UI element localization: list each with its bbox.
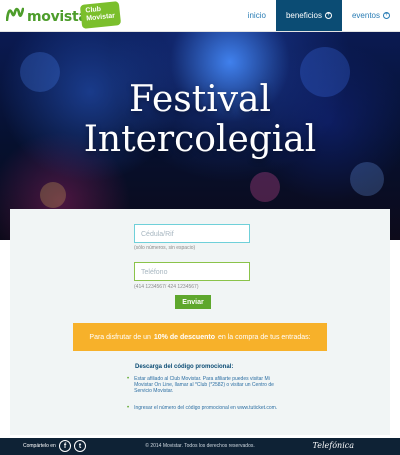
nav-item-label: beneficios (285, 11, 322, 20)
promo-discount-highlight: 10% de descuento (153, 333, 215, 341)
hero-title-line2: Intercolegial (83, 119, 317, 160)
hero-title-line1: Festival (128, 79, 272, 120)
nav-item-beneficios[interactable]: beneficios + (275, 0, 342, 31)
step-item: • Ingresar el número del código promocio… (127, 405, 287, 411)
promo-form-panel: Cédula/Rif (sólo números, sin espacio) T… (10, 209, 390, 435)
hero-bokeh-light (40, 182, 66, 208)
step-text: Ingresar el número del código promociona… (134, 405, 278, 411)
promo-text-before: Para disfrutar de un (89, 333, 151, 341)
club-movistar-badge[interactable]: Club Movistar (79, 1, 122, 29)
nav-item-label: eventos (351, 11, 380, 20)
telefonica-logo[interactable]: Telefónica (313, 441, 354, 450)
hero-bokeh-light (250, 172, 280, 202)
nav-item-label: inicio (247, 11, 266, 20)
telefono-hint: (414 1234567/ 424 1234567) (134, 284, 199, 290)
promo-text-after: en la compra de tus entradas: (217, 333, 311, 341)
bullet-icon: • (127, 405, 130, 411)
site-footer: Compártelo en f t © 2014 Movistar. Todos… (0, 438, 400, 455)
nav-item-inicio[interactable]: inicio (238, 0, 276, 31)
hero-title: Festival Intercolegial (0, 80, 400, 160)
main-nav: inicio beneficios + eventos + (238, 0, 400, 31)
nav-item-eventos[interactable]: eventos + (342, 0, 400, 31)
steps-title: Descarga del código promocional: (135, 364, 234, 370)
plus-circle-icon: + (324, 12, 332, 19)
site-header: movistar Club Movistar inicio beneficios… (0, 0, 400, 32)
telefono-input[interactable]: Teléfono (134, 262, 250, 281)
hero-bokeh-light (350, 162, 384, 196)
step-item: • Estar afiliado al Club Movistar. Para … (127, 376, 287, 394)
enviar-button[interactable]: Enviar (175, 295, 211, 309)
plus-circle-icon: + (383, 12, 390, 19)
discount-banner: Para disfrutar de un 10% de descuento en… (73, 323, 327, 351)
cedula-hint: (sólo números, sin espacio) (134, 245, 196, 251)
bullet-icon: • (127, 376, 130, 382)
cedula-rif-input[interactable]: Cédula/Rif (134, 224, 250, 243)
step-text: Estar afiliado al Club Movistar. Para af… (134, 376, 274, 394)
movistar-m-icon (5, 7, 25, 26)
